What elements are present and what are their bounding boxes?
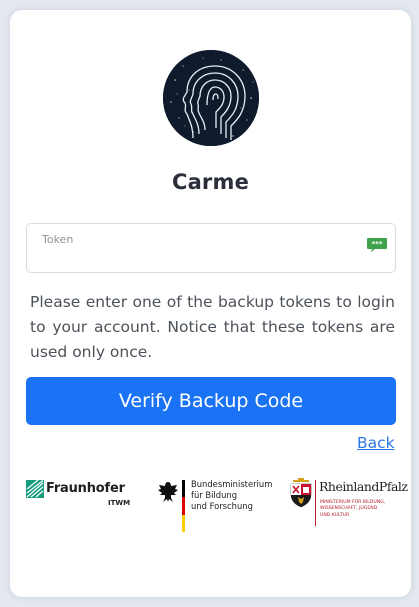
federal-eagle-icon (158, 482, 178, 502)
rlp-ministry-line: und Kultur (320, 512, 350, 518)
bmbf-logo: Bundesministerium für Bildung und Forsch… (155, 478, 272, 534)
rlp-divider (315, 480, 316, 526)
fraunhofer-mark-icon (26, 480, 44, 498)
token-field[interactable]: Token *** (26, 223, 396, 273)
svg-text:***: *** (372, 240, 383, 248)
token-label: Token (42, 233, 74, 246)
head-profile-icon (163, 50, 259, 146)
app-title: Carme (171, 170, 250, 194)
german-flag-stripe (182, 480, 185, 532)
fraunhofer-name: Fraunhofer (46, 481, 125, 496)
token-input[interactable] (41, 248, 351, 266)
bmbf-text: Bundesministerium für Bildung und Forsch… (191, 479, 272, 512)
rheinland-pfalz-logo: RheinlandPfalz Ministerium für Bildung, … (289, 478, 408, 534)
login-card: Carme Token *** Please enter one of the … (10, 10, 411, 597)
partner-logos: Fraunhofer ITWM Bundesministerium für Bi… (10, 478, 411, 538)
carme-logo (163, 50, 259, 146)
verify-backup-code-button[interactable]: Verify Backup Code (26, 377, 396, 425)
password-manager-icon[interactable]: *** (366, 237, 388, 253)
bmbf-line: Bundesministerium (191, 479, 273, 489)
rlp-name: RheinlandPfalz (319, 479, 408, 494)
backup-token-instructions: Please enter one of the backup tokens to… (30, 293, 395, 361)
fraunhofer-unit: ITWM (108, 499, 131, 507)
rlp-ministry: Ministerium für Bildung, Wissenschaft, J… (320, 500, 400, 519)
rlp-coat-of-arms-icon (290, 478, 312, 508)
bmbf-line: für Bildung (191, 490, 238, 500)
fraunhofer-logo: Fraunhofer ITWM (26, 480, 136, 510)
bmbf-line: und Forschung (191, 501, 253, 511)
back-link[interactable]: Back (357, 434, 395, 452)
